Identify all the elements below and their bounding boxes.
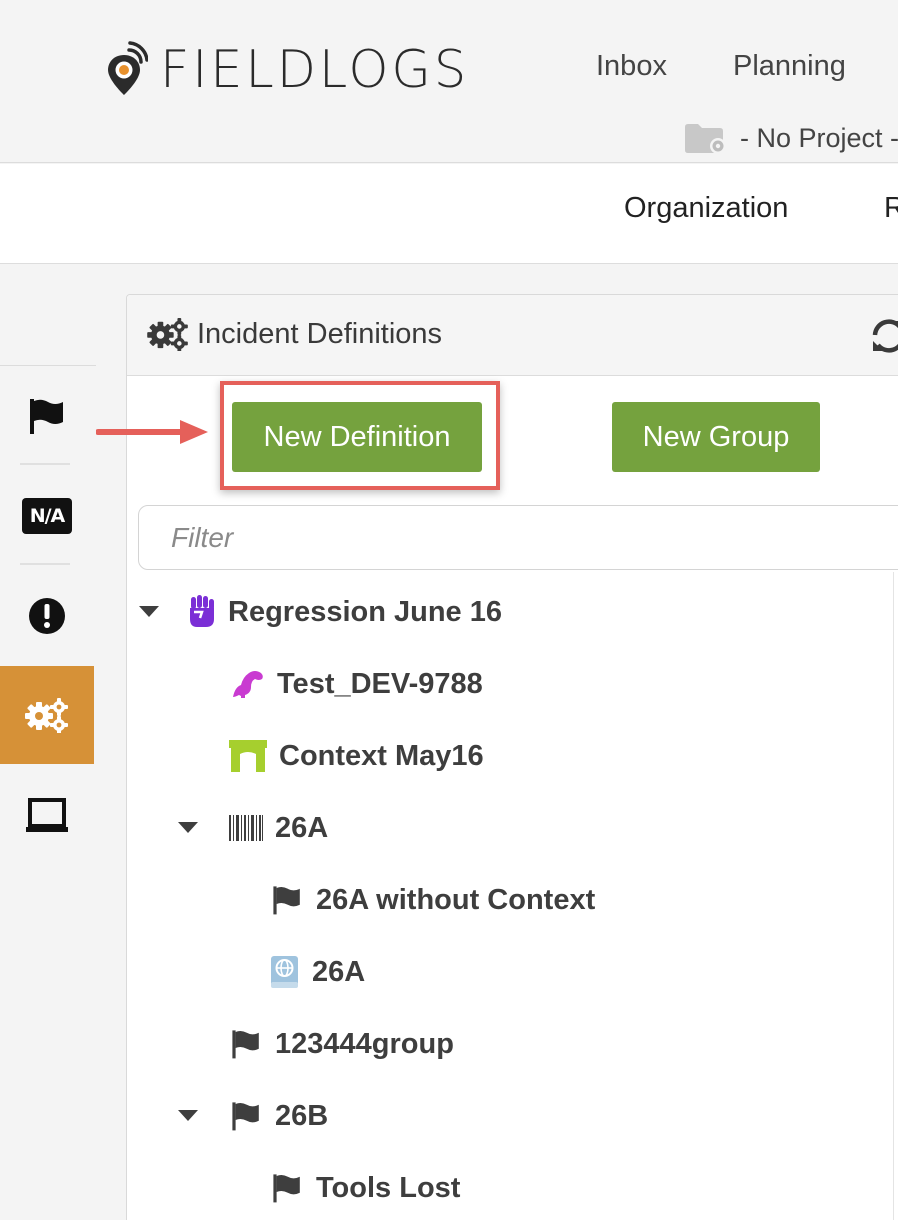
annotation-arrow-icon <box>96 420 208 444</box>
tree-item-row[interactable]: 26A <box>270 947 365 997</box>
panel-title-text: Incident Definitions <box>197 317 443 350</box>
tree-item-label: Test_DEV-9788 <box>277 667 483 700</box>
rail-divider <box>0 365 96 366</box>
tree-item-label: 123444group <box>275 1027 454 1060</box>
tree-item-label: 26A <box>275 811 329 844</box>
logo-text: FIELDLOGS <box>160 40 470 100</box>
tree-group-row[interactable]: 26A <box>229 803 328 853</box>
secondary-nav: Organization R <box>0 164 898 264</box>
tree-item-row[interactable]: Tools Lost <box>270 1163 460 1213</box>
rail-item-definitions[interactable] <box>0 666 94 764</box>
gears-icon <box>147 317 188 351</box>
filter-input[interactable] <box>138 505 898 570</box>
tree-scroll-edge <box>893 572 894 1220</box>
app-logo[interactable]: FIELDLOGS <box>104 40 475 100</box>
tree-group-row[interactable]: 26B <box>229 1091 328 1141</box>
tree-item-label: 26A without Context <box>316 883 596 916</box>
tree-item-label: Context May16 <box>279 739 484 772</box>
arch-icon <box>229 740 267 772</box>
refresh-button[interactable] <box>869 317 898 360</box>
annotation-highlight-box <box>220 381 500 490</box>
rail-item-flags[interactable] <box>0 367 94 465</box>
nav-planning[interactable]: Planning <box>733 50 846 83</box>
expand-caret-icon[interactable] <box>178 822 198 833</box>
rail-item-screen[interactable] <box>0 767 94 865</box>
folder-settings-icon <box>685 124 726 154</box>
tree-item-row[interactable]: Test_DEV-9788 <box>229 659 483 709</box>
project-label: - No Project - <box>740 122 898 153</box>
barcode-icon <box>229 815 263 841</box>
tree-item-label: 26A <box>312 955 366 988</box>
panel-title: Incident Definitions <box>147 317 442 351</box>
alert-icon <box>29 598 65 634</box>
dinosaur-icon <box>229 669 265 699</box>
rail-item-divider <box>20 563 70 565</box>
screen-icon <box>26 798 68 832</box>
new-group-button[interactable]: New Group <box>612 402 820 472</box>
flag-icon <box>30 399 63 434</box>
globe-book-icon <box>270 955 300 989</box>
flag-icon <box>229 1100 263 1132</box>
expand-caret-icon[interactable] <box>178 1110 198 1121</box>
tree-item-label: Tools Lost <box>316 1171 461 1204</box>
tree-item-row[interactable]: 123444group <box>229 1019 454 1069</box>
project-selector[interactable]: - No Project - <box>684 120 898 156</box>
nav-next-item[interactable]: R <box>884 192 898 225</box>
nav-inbox[interactable]: Inbox <box>596 50 667 83</box>
flag-icon <box>270 1172 304 1204</box>
na-badge-text: N/A <box>29 505 66 527</box>
tree-item-label: 26B <box>275 1099 329 1132</box>
tree-item-row[interactable]: Context May16 <box>229 731 484 781</box>
tree-group-row[interactable]: Regression June 16 <box>188 587 502 637</box>
location-pin-icon <box>108 41 148 95</box>
rail-item-alerts[interactable] <box>0 567 94 665</box>
flag-icon <box>229 1028 263 1060</box>
flag-icon <box>270 884 304 916</box>
left-rail: N/A <box>0 265 96 1220</box>
tree-item-row[interactable]: 26A without Context <box>270 875 595 925</box>
fist-icon <box>188 595 216 629</box>
gears-icon <box>25 698 68 733</box>
rail-item-na[interactable]: N/A <box>0 467 94 565</box>
na-badge-icon: N/A <box>22 498 72 534</box>
tree-item-label: Regression June 16 <box>228 595 502 628</box>
nav-organization[interactable]: Organization <box>624 192 788 225</box>
rail-item-divider <box>20 463 70 465</box>
refresh-icon <box>872 319 898 353</box>
top-header: FIELDLOGS Inbox Planning - No Project - <box>0 0 898 163</box>
panel-header: Incident Definitions <box>127 295 898 376</box>
expand-caret-icon[interactable] <box>139 606 159 617</box>
